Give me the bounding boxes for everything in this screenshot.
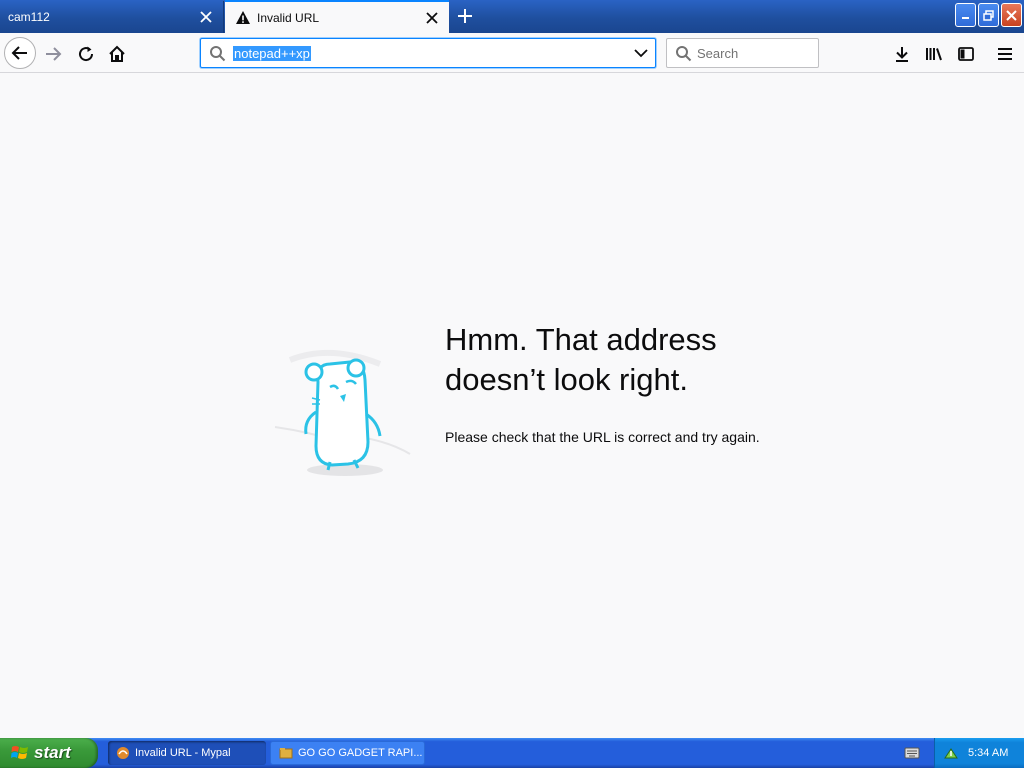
system-tray: 5:34 AM xyxy=(934,738,1024,768)
taskbar-item-mypal[interactable]: Invalid URL - Mypal xyxy=(108,741,266,765)
menu-button[interactable] xyxy=(994,43,1016,65)
window-close-button[interactable] xyxy=(1001,3,1022,27)
start-button[interactable]: start xyxy=(0,738,98,768)
mypal-app-icon xyxy=(117,747,129,759)
search-icon xyxy=(210,46,226,62)
restore-icon xyxy=(983,9,994,21)
keyboard-icon[interactable] xyxy=(904,746,920,760)
home-button[interactable] xyxy=(106,43,128,65)
close-icon[interactable] xyxy=(424,10,440,26)
error-page: Hmm. That address doesn’t look right. Pl… xyxy=(0,74,1024,738)
tab-strip: cam112 Invalid URL xyxy=(0,0,1024,33)
search-input[interactable]: Search xyxy=(697,46,738,61)
error-description: Please check that the URL is correct and… xyxy=(445,429,760,445)
library-icon xyxy=(926,48,942,61)
taskbar-item-label: Invalid URL - Mypal xyxy=(135,747,231,759)
windows-logo-icon xyxy=(11,746,28,759)
minimize-button[interactable] xyxy=(955,3,976,27)
home-icon xyxy=(109,45,125,62)
error-title-line: doesn’t look right. xyxy=(445,362,688,397)
search-bar[interactable]: Search xyxy=(666,38,819,68)
network-icon[interactable] xyxy=(943,745,959,761)
tab-invalid-url[interactable]: Invalid URL xyxy=(225,0,449,33)
back-button[interactable] xyxy=(4,37,36,69)
downloads-button[interactable] xyxy=(891,43,913,65)
plus-icon xyxy=(458,9,472,23)
close-icon[interactable] xyxy=(198,9,214,25)
error-title: Hmm. That address doesn’t look right. xyxy=(445,320,805,400)
hamster-illustration-icon xyxy=(274,349,411,476)
close-icon xyxy=(1006,9,1017,21)
tab-label: cam112 xyxy=(8,10,50,24)
search-icon xyxy=(676,46,692,62)
warning-icon xyxy=(236,10,250,24)
error-title-line: Hmm. That address xyxy=(445,322,717,357)
reload-button[interactable] xyxy=(75,43,97,65)
sidebar-icon xyxy=(958,47,974,61)
taskbar-item-label: GO GO GADGET RAPI... xyxy=(298,747,423,759)
chevron-down-icon[interactable] xyxy=(634,47,648,59)
library-button[interactable] xyxy=(923,43,945,65)
navigation-toolbar: notepad++xp Search xyxy=(0,33,1024,73)
folder-icon xyxy=(279,748,293,759)
minimize-icon xyxy=(961,17,969,19)
url-input[interactable]: notepad++xp xyxy=(233,46,311,61)
clock: 5:34 AM xyxy=(968,747,1009,759)
sidebar-button[interactable] xyxy=(955,43,977,65)
download-icon xyxy=(896,47,908,62)
new-tab-button[interactable] xyxy=(455,6,475,26)
arrow-right-icon xyxy=(46,47,62,61)
forward-button[interactable] xyxy=(42,43,64,65)
url-bar[interactable]: notepad++xp xyxy=(200,38,656,68)
taskbar-item-gadget[interactable]: GO GO GADGET RAPI... xyxy=(270,741,425,765)
start-label: start xyxy=(34,743,71,762)
tab-cam112[interactable]: cam112 xyxy=(0,1,224,33)
hamburger-menu-icon xyxy=(998,48,1012,60)
arrow-left-icon xyxy=(11,46,27,60)
restore-button[interactable] xyxy=(978,3,999,27)
reload-icon xyxy=(79,46,94,62)
tab-label: Invalid URL xyxy=(257,10,320,25)
taskbar: start Invalid URL - Mypal GO GO GADGET R… xyxy=(0,738,1024,768)
